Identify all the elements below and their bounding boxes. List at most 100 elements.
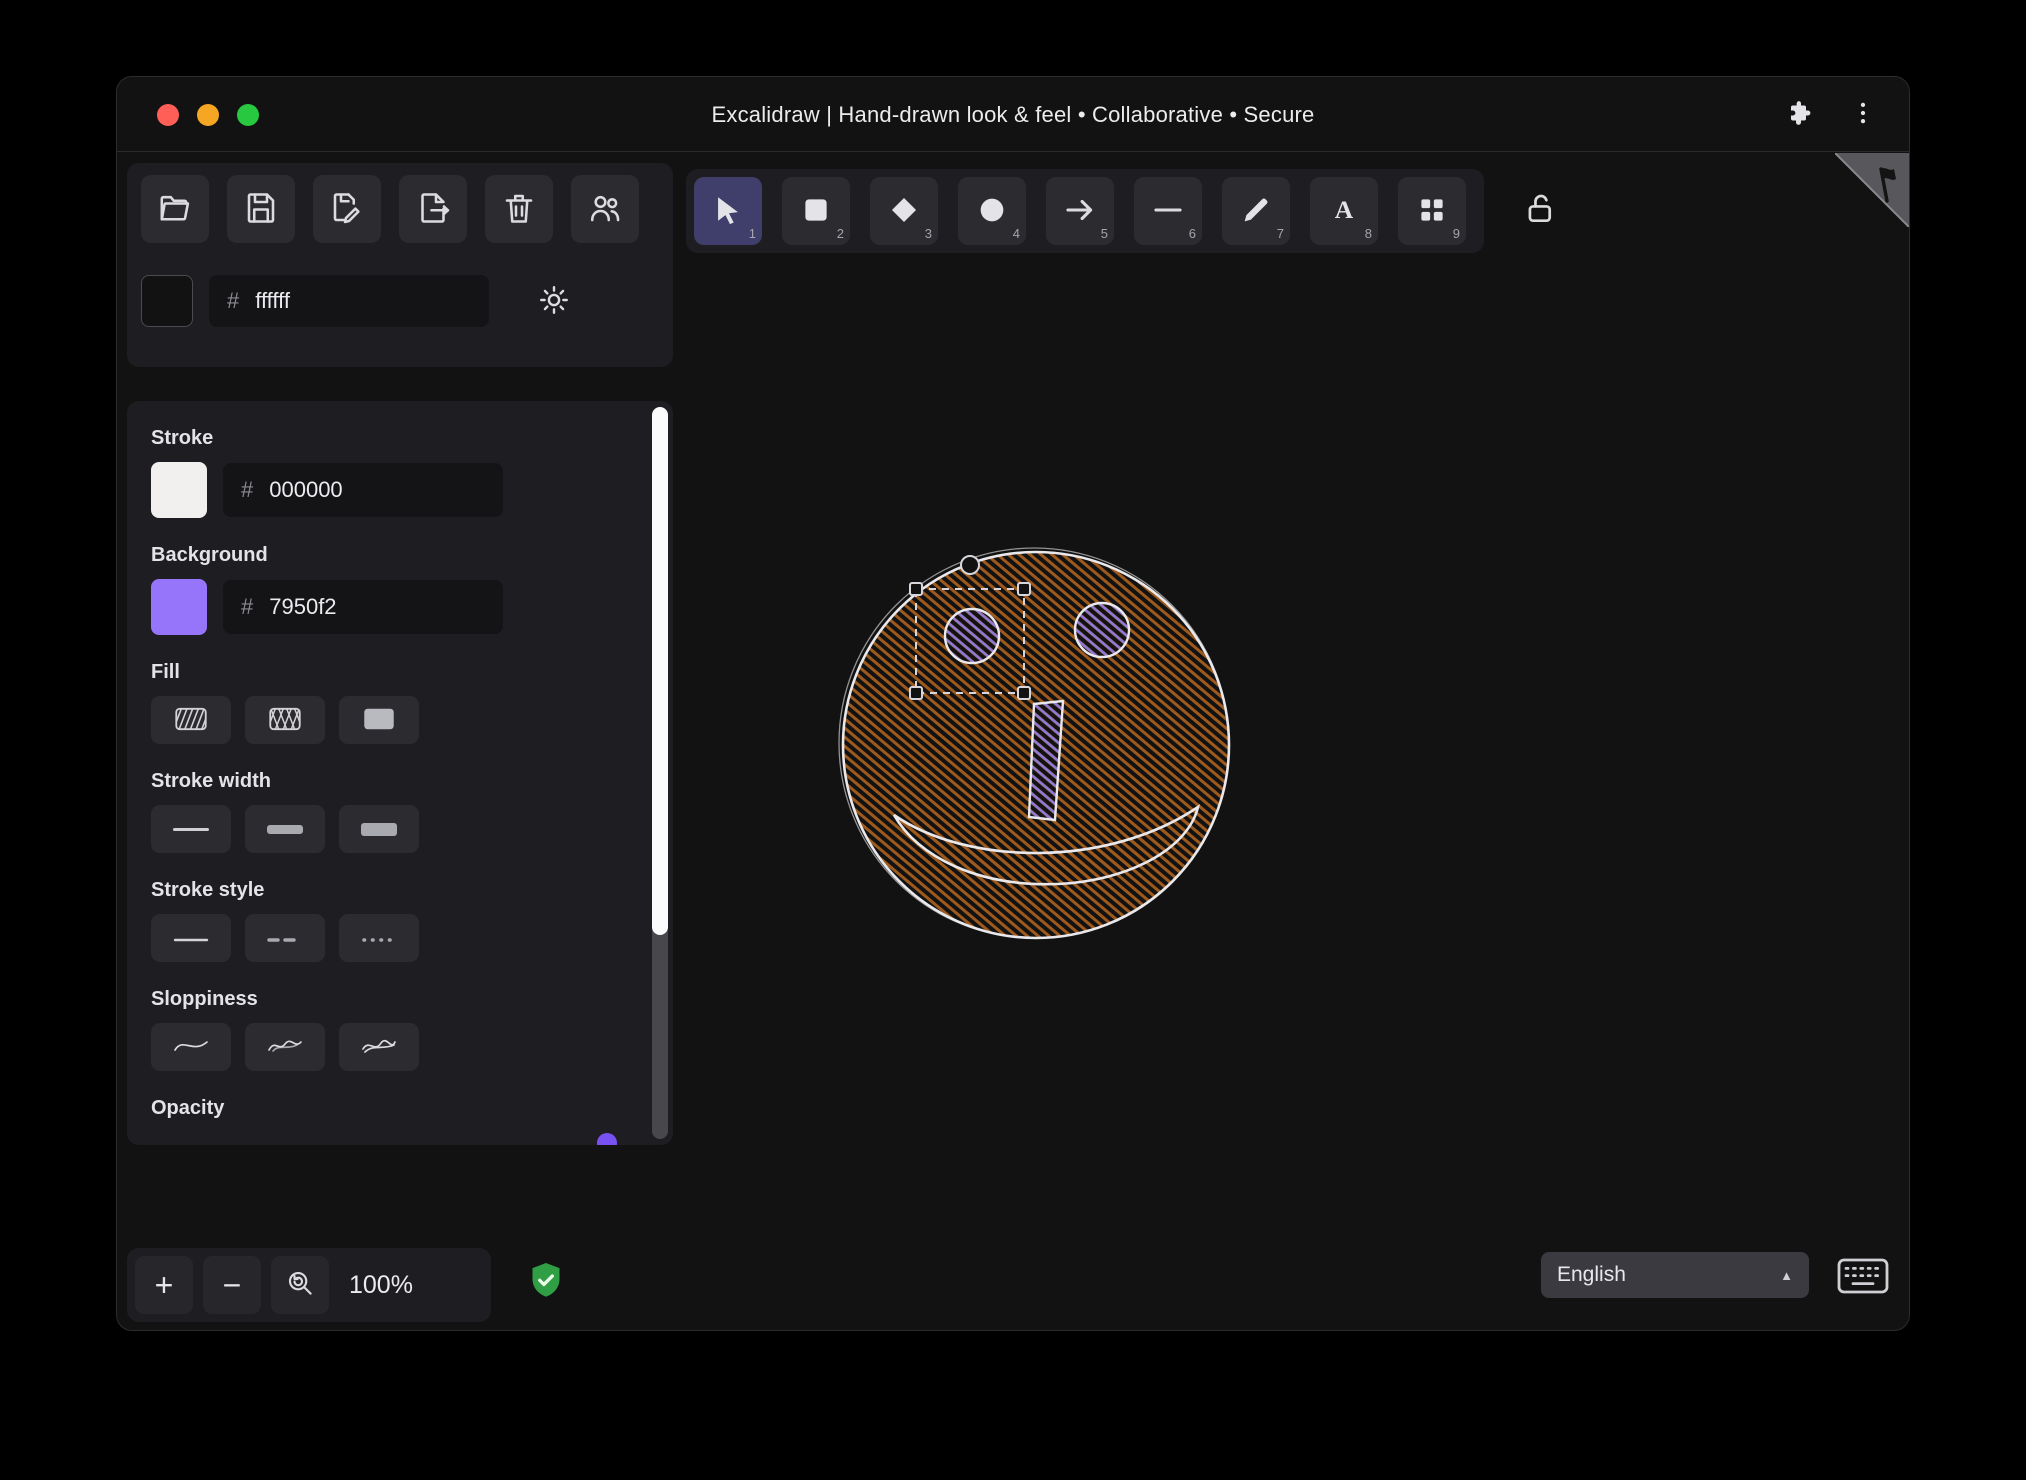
background-color-swatch[interactable] [151, 579, 207, 635]
tool-draw[interactable]: 7 [1222, 177, 1290, 245]
cartoonist-squiggle-icon [361, 1034, 397, 1061]
opacity-label: Opacity [151, 1097, 649, 1120]
background-value: 7950f2 [269, 594, 336, 620]
fill-hachure-button[interactable] [151, 696, 231, 744]
titlebar: Excalidraw | Hand-drawn look & feel • Co… [117, 77, 1909, 152]
architect-squiggle-icon [173, 1034, 209, 1061]
open-button[interactable] [141, 175, 209, 243]
kebab-menu-icon [1848, 116, 1878, 131]
stroke-width-thin-button[interactable] [151, 805, 231, 853]
crosshatch-icon [268, 706, 302, 735]
dashed-line-icon [267, 931, 303, 946]
tool-text[interactable]: A 8 [1310, 177, 1378, 245]
bold-line-icon [267, 825, 303, 834]
canvas-background-hex-input[interactable]: # ffffff [209, 275, 489, 327]
shape-toolbar: 1 2 3 4 5 [686, 169, 1484, 253]
tool-arrow[interactable]: 5 [1046, 177, 1114, 245]
tool-shortcut: 4 [1013, 226, 1020, 241]
browser-menu-button[interactable] [1847, 98, 1879, 130]
opacity-slider-thumb[interactable] [597, 1133, 617, 1145]
save-button[interactable] [227, 175, 295, 243]
circle-icon [975, 193, 1009, 230]
window-title: Excalidraw | Hand-drawn look & feel • Co… [117, 77, 1909, 152]
tool-shortcut: 3 [925, 226, 932, 241]
stroke-style-solid-button[interactable] [151, 914, 231, 962]
keep-tool-active-button[interactable] [1515, 183, 1567, 235]
keyboard-icon [1837, 1282, 1889, 1297]
stroke-style-label: Stroke style [151, 879, 649, 902]
tool-ellipse[interactable]: 4 [958, 177, 1026, 245]
tool-line[interactable]: 6 [1134, 177, 1202, 245]
left-eye[interactable] [945, 609, 999, 663]
zoom-in-button[interactable]: + [135, 1256, 193, 1314]
collaboration-button[interactable] [571, 175, 639, 243]
background-hex-input[interactable]: # 7950f2 [223, 580, 503, 634]
canvas-smiley-drawing[interactable] [776, 483, 1296, 1003]
canvas-background-swatch[interactable] [141, 275, 193, 327]
fill-solid-button[interactable] [339, 696, 419, 744]
solid-fill-icon [362, 706, 396, 735]
artist-squiggle-icon [267, 1034, 303, 1061]
sloppiness-cartoonist-button[interactable] [339, 1023, 419, 1071]
reset-zoom-icon [285, 1268, 315, 1303]
pencil-icon [1239, 193, 1273, 230]
grid-icon [1415, 193, 1449, 230]
puzzle-icon [1786, 116, 1816, 131]
hachure-icon [174, 706, 208, 735]
solid-line-icon [173, 931, 209, 946]
tool-shortcut: 6 [1189, 226, 1196, 241]
svg-text:A: A [1335, 194, 1354, 223]
stroke-style-dotted-button[interactable] [339, 914, 419, 962]
flag-icon [1835, 214, 1909, 231]
theme-toggle-button[interactable] [535, 282, 573, 320]
language-select[interactable]: English ▲ [1541, 1252, 1809, 1298]
fill-crosshatch-button[interactable] [245, 696, 325, 744]
tool-selection[interactable]: 1 [694, 177, 762, 245]
extensions-button[interactable] [1785, 98, 1817, 130]
stroke-width-bold-button[interactable] [245, 805, 325, 853]
stroke-value: 000000 [269, 477, 342, 503]
save-as-button[interactable] [313, 175, 381, 243]
tool-shortcut: 9 [1453, 226, 1460, 241]
fill-label: Fill [151, 661, 649, 684]
save-as-icon [329, 190, 365, 229]
corner-ribbon[interactable] [1835, 153, 1909, 227]
stroke-label: Stroke [151, 427, 649, 450]
stroke-color-swatch[interactable] [151, 462, 207, 518]
properties-panel: Stroke # 000000 Background # 7950f2 Fill [127, 401, 673, 1145]
reset-zoom-button[interactable] [271, 1256, 329, 1314]
text-icon: A [1327, 193, 1361, 230]
canvas-background-value: ffffff [255, 288, 290, 314]
dotted-line-icon [361, 931, 397, 946]
users-icon [587, 190, 623, 229]
zoom-level[interactable]: 100% [349, 1271, 413, 1300]
tool-library[interactable]: 9 [1398, 177, 1466, 245]
zoom-out-button[interactable]: − [203, 1256, 261, 1314]
canvas-background-row: # ffffff [141, 275, 573, 327]
save-icon [243, 190, 279, 229]
stroke-style-dashed-button[interactable] [245, 914, 325, 962]
language-value: English [1557, 1263, 1626, 1287]
export-button[interactable] [399, 175, 467, 243]
tool-shortcut: 2 [837, 226, 844, 241]
sloppiness-architect-button[interactable] [151, 1023, 231, 1071]
panel-scrollbar-thumb[interactable] [652, 407, 668, 935]
thin-line-icon [173, 828, 209, 831]
selection-handle-nw [910, 583, 922, 595]
hash-prefix: # [227, 288, 239, 314]
hash-prefix: # [241, 594, 253, 620]
export-file-icon [415, 190, 451, 229]
stroke-hex-input[interactable]: # 000000 [223, 463, 503, 517]
tool-rectangle[interactable]: 2 [782, 177, 850, 245]
excalidraw-window: Excalidraw | Hand-drawn look & feel • Co… [116, 76, 1910, 1331]
sloppiness-artist-button[interactable] [245, 1023, 325, 1071]
tool-diamond[interactable]: 3 [870, 177, 938, 245]
square-icon [799, 193, 833, 230]
diamond-icon [887, 193, 921, 230]
clear-canvas-button[interactable] [485, 175, 553, 243]
tool-shortcut: 1 [749, 226, 756, 241]
keyboard-shortcuts-button[interactable] [1835, 1257, 1891, 1297]
encryption-shield-icon[interactable] [528, 1261, 564, 1301]
right-eye[interactable] [1075, 603, 1129, 657]
stroke-width-extrabold-button[interactable] [339, 805, 419, 853]
